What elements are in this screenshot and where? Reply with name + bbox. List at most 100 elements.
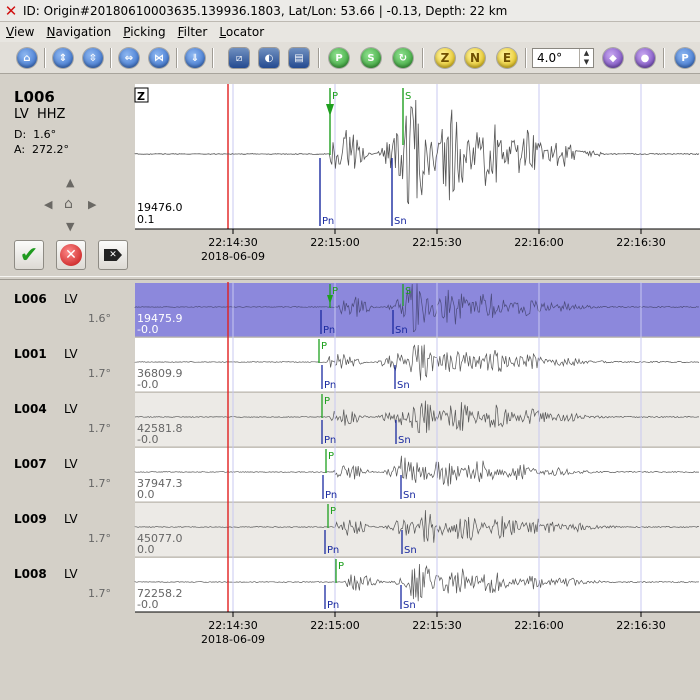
trace-distance-label: 1.7°: [88, 422, 111, 435]
toolbar-separator: [110, 48, 112, 68]
trace-row-label-area[interactable]: [0, 337, 135, 392]
trace-distance-label: 1.7°: [88, 587, 111, 600]
scale-label: 0.1: [137, 213, 155, 226]
spectrogram-icon: ◐: [259, 48, 279, 68]
pn-theoretical-label: Pn: [327, 600, 339, 611]
trace-network-label: LV: [64, 567, 78, 581]
trace-network-label: LV: [64, 402, 78, 416]
spectrogram-button[interactable]: ◐: [256, 46, 282, 70]
menu-picking[interactable]: Picking: [117, 25, 171, 39]
toolbar-separator: [318, 48, 320, 68]
trace-station-label: L001: [14, 347, 47, 361]
filter-button[interactable]: ⧄: [226, 46, 252, 70]
trace-row-label-area[interactable]: [0, 447, 135, 502]
trace-offset-label: -0.0: [137, 323, 158, 336]
toolbar-separator: [525, 48, 527, 68]
sn-theoretical-label: Sn: [404, 545, 417, 556]
distance-spinbox[interactable]: 4.0° ▲ ▼: [532, 48, 594, 68]
window-title: ID: Origin#20180610003635.139936.1803, L…: [23, 3, 508, 18]
axis-tick-label: 22:15:30: [412, 236, 461, 249]
pick-p-icon: P: [329, 48, 349, 68]
component-label: Z: [137, 90, 145, 103]
menu-view[interactable]: View: [0, 25, 40, 39]
pick-s-button[interactable]: S: [358, 46, 384, 70]
toolbar-separator: [44, 48, 46, 68]
menu-locator[interactable]: Locator: [213, 25, 270, 39]
pick-auto-button[interactable]: ↻: [390, 46, 416, 70]
trace-distance-label: 1.7°: [88, 532, 111, 545]
axis-tick-label: 22:16:00: [514, 236, 563, 249]
component-e-button[interactable]: E: [494, 46, 520, 70]
axis-tick-label: 22:14:30: [208, 619, 257, 632]
spin-arrows-icon[interactable]: ▲ ▼: [579, 49, 593, 67]
rotate-icon: ▤: [289, 48, 309, 68]
sn-theoretical-label: Sn: [397, 380, 410, 391]
sort-distance-button[interactable]: ◆: [600, 46, 626, 70]
trace-row-label-area[interactable]: [0, 392, 135, 447]
home-icon: ⌂: [17, 48, 37, 68]
trace-row-label-area[interactable]: [0, 502, 135, 557]
trace-network-label: LV: [64, 347, 78, 361]
time-axis: 22:14:30 22:15:00 22:15:30 22:16:00 22:16:30…: [201, 229, 666, 263]
component-z-icon: Z: [435, 48, 455, 68]
trace-row-label-area[interactable]: [0, 282, 135, 337]
p-pick-label: P: [328, 451, 334, 462]
filter-icon: ⧄: [229, 48, 249, 68]
axis-date-label: 2018-06-09: [201, 250, 265, 263]
pick-mode-button[interactable]: P: [672, 46, 698, 70]
axis-tick-label: 22:15:00: [310, 619, 359, 632]
pn-theoretical-label: Pn: [325, 490, 337, 501]
sn-theoretical-label: Sn: [398, 435, 411, 446]
zoom-horizontal-out-button[interactable]: ⋈: [146, 46, 172, 70]
p-pick-label: P: [324, 396, 330, 407]
trace-station-label: L004: [14, 402, 47, 416]
p-pick-label: P: [338, 561, 344, 572]
trace-network-label: LV: [64, 512, 78, 526]
close-window-icon[interactable]: ✕: [3, 3, 19, 19]
sort-azimuth-button[interactable]: ●: [632, 46, 658, 70]
component-z-button[interactable]: Z: [432, 46, 458, 70]
toolbar-separator: [176, 48, 178, 68]
trace-station-label: L008: [14, 567, 47, 581]
distance-spinbox-value[interactable]: 4.0°: [533, 51, 579, 65]
trace-row-label-area[interactable]: [0, 557, 135, 612]
trace-distance-label: 1.7°: [88, 367, 111, 380]
zoom-vertical-in-button[interactable]: ⇕: [50, 46, 76, 70]
current-trace-view[interactable]: Z P S Pn Sn 19476.0 0.1 22:14:30 22:15:00…: [0, 75, 700, 275]
align-icon: ⇓: [185, 48, 205, 68]
trace-network-label: LV: [64, 457, 78, 471]
menu-filter[interactable]: Filter: [172, 25, 214, 39]
component-n-button[interactable]: N: [462, 46, 488, 70]
axis-tick-label: 22:15:30: [412, 619, 461, 632]
zoom-vertical-out-button[interactable]: ⇳: [80, 46, 106, 70]
trace-offset-label: -0.0: [137, 378, 158, 391]
trace-station-label: L007: [14, 457, 47, 471]
toolbar: ⌂ ⇕ ⇳ ⇔ ⋈ ⇓ ⧄ ◐ ▤ P S ↻ Z N E 4.0° ▲ ▼ ◆ …: [0, 42, 700, 74]
trace-row[interactable]: [135, 448, 700, 502]
p-pick-label: P: [321, 341, 327, 352]
trace-list-view[interactable]: L006 LV1.6° 19475.9-0.0L001 LV1.7° 36809.9-0…: [0, 280, 700, 700]
rotate-button[interactable]: ▤: [286, 46, 312, 70]
sn-theoretical-label: Sn: [403, 600, 416, 611]
axis-tick-label: 22:16:30: [616, 236, 665, 249]
s-pick-label: S: [405, 286, 411, 297]
trace-offset-label: 0.0: [137, 488, 155, 501]
trace-station-label: L006: [14, 292, 47, 306]
zoom-horizontal-out-icon: ⋈: [149, 48, 169, 68]
trace-row[interactable]: [135, 393, 700, 447]
align-button[interactable]: ⇓: [182, 46, 208, 70]
axis-tick-label: 22:14:30: [208, 236, 257, 249]
window-titlebar: ✕ ID: Origin#20180610003635.139936.1803,…: [0, 0, 700, 22]
home-button[interactable]: ⌂: [14, 46, 40, 70]
trace-row[interactable]: [135, 503, 700, 557]
menu-navigation[interactable]: Navigation: [40, 25, 117, 39]
zoom-horizontal-in-button[interactable]: ⇔: [116, 46, 142, 70]
pick-p-button[interactable]: P: [326, 46, 352, 70]
p-pick-label: P: [332, 91, 338, 102]
sn-theoretical-label: Sn: [395, 325, 408, 336]
trace-offset-label: -0.0: [137, 433, 158, 446]
p-pick-label: P: [332, 286, 338, 297]
trace-offset-label: -0.0: [137, 598, 158, 611]
trace-row[interactable]: [135, 338, 700, 392]
pn-theoretical-label: Pn: [324, 380, 336, 391]
